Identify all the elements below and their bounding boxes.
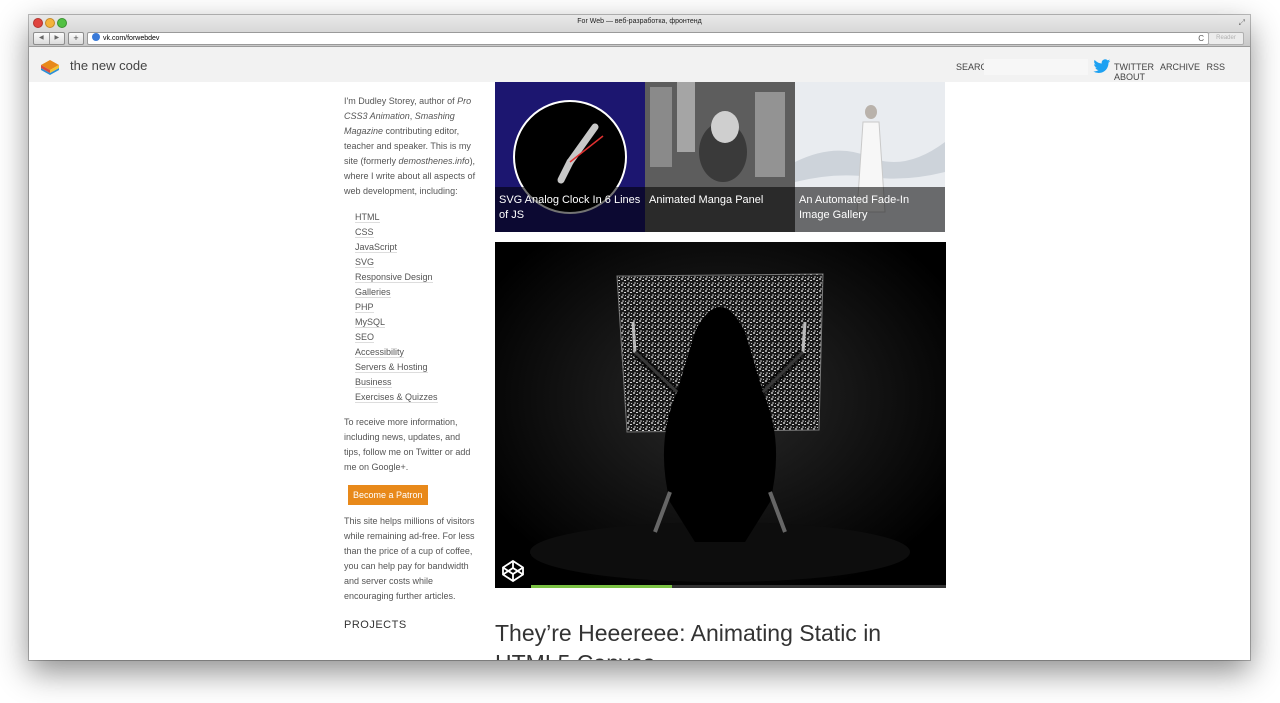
static-tv-image [495,242,946,588]
topic-link[interactable]: JavaScript [355,242,398,253]
feature-canvas[interactable] [495,242,946,588]
become-patron-button[interactable]: Become a Patron [348,485,428,505]
tile-caption: Animated Manga Panel [645,187,795,232]
search-input[interactable] [984,59,1088,75]
topic-link[interactable]: Galleries [355,287,391,298]
back-button[interactable]: ◀ [34,33,49,44]
site-nav: TWITTER ARCHIVE RSS ABOUT [1114,62,1250,82]
sidebar: I'm Dudley Storey, author of Pro CSS3 An… [344,94,479,633]
article-title[interactable]: They’re Heeereee: Animating Static in HT… [495,618,915,660]
projects-heading: PROJECTS [344,619,407,631]
topic-link[interactable]: HTML [355,212,380,223]
reader-button[interactable]: Reader [1208,32,1244,45]
address-bar[interactable]: vk.com/forwebdev C [87,32,1209,45]
tile-manga-panel[interactable]: Animated Manga Panel [645,82,795,232]
tile-caption: An Automated Fade-In Image Gallery [795,187,945,232]
nav-rss[interactable]: RSS [1207,62,1226,72]
nav-twitter[interactable]: TWITTER [1114,62,1154,72]
topic-link[interactable]: PHP [355,302,374,313]
info-text: To receive more information, including n… [344,417,471,472]
featured-tiles: SVG Analog Clock In 6 Lines of JS Animat… [495,82,946,232]
topic-link[interactable]: Business [355,377,392,388]
codepen-logo-icon[interactable] [495,554,531,588]
intro-text: I'm Dudley Storey, author of Pro CSS3 An… [344,96,476,196]
topic-link[interactable]: Responsive Design [355,272,433,283]
fullscreen-icon[interactable]: ⤢ [1239,18,1245,28]
forward-button[interactable]: ▶ [48,33,65,44]
site-header: the new code SEARCH TWITTER ARCHIVE RSS … [29,47,1250,82]
topic-link[interactable]: MySQL [355,317,386,328]
topic-link[interactable]: Accessibility [355,347,405,358]
refresh-icon[interactable]: C [1198,33,1204,44]
topic-link[interactable]: Servers & Hosting [355,362,428,373]
back-forward-buttons: ◀ ▶ [33,32,65,45]
site-name[interactable]: the new code [70,58,147,73]
progress-fill [531,585,673,588]
title-bar: For Web — веб-разработка, фронтенд ⤢ ◀ ▶… [29,15,1250,47]
tile-svg-clock[interactable]: SVG Analog Clock In 6 Lines of JS [495,82,645,232]
help-text: This site helps millions of visitors whi… [344,516,475,601]
tile-fade-gallery[interactable]: An Automated Fade-In Image Gallery [795,82,945,232]
window-title: For Web — веб-разработка, фронтенд [577,18,702,25]
topic-link[interactable]: SEO [355,332,375,343]
twitter-bird-icon[interactable] [1093,59,1111,74]
tile-caption: SVG Analog Clock In 6 Lines of JS [495,187,645,232]
nav-archive[interactable]: ARCHIVE [1160,62,1200,72]
add-bookmark-button[interactable]: + [68,32,84,45]
globe-icon [92,33,100,41]
old-site-link[interactable]: demosthenes.info [399,156,470,166]
url-text: vk.com/forwebdev [103,35,160,42]
logo-icon[interactable] [40,58,60,78]
nav-about[interactable]: ABOUT [1114,72,1145,82]
topic-link[interactable]: CSS [355,227,374,238]
animation-progress-bar[interactable] [531,585,946,588]
topic-list: HTML CSS JavaScript SVG Responsive Desig… [344,210,479,405]
topic-link[interactable]: SVG [355,257,375,268]
browser-window: For Web — веб-разработка, фронтенд ⤢ ◀ ▶… [29,15,1250,660]
topic-link[interactable]: Exercises & Quizzes [355,392,438,403]
